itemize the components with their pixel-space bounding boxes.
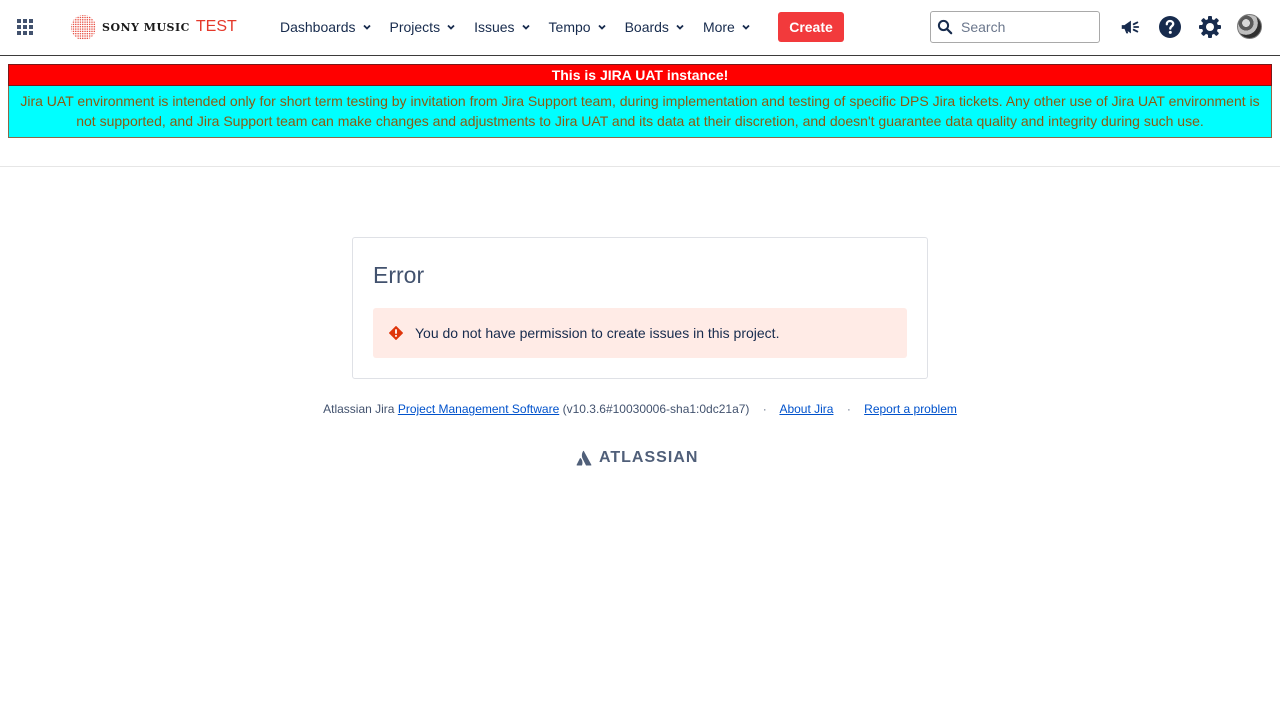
about-jira-link[interactable]: About Jira bbox=[779, 402, 833, 416]
nav-label: Dashboards bbox=[280, 19, 356, 35]
chevron-down-icon bbox=[447, 24, 455, 30]
environment-label: TEST bbox=[195, 18, 237, 35]
nav-label: More bbox=[702, 19, 735, 35]
atlassian-mark-icon bbox=[576, 450, 592, 466]
nav-label: Projects bbox=[389, 19, 441, 35]
user-avatar[interactable] bbox=[1237, 14, 1262, 39]
footer-version: (v10.3.6#10030006-sha1:0dc21a7) bbox=[562, 402, 750, 416]
nav-issues[interactable]: Issues bbox=[474, 14, 530, 40]
search-icon bbox=[937, 19, 953, 35]
search-input[interactable] bbox=[961, 19, 1091, 35]
megaphone-icon[interactable] bbox=[1117, 14, 1143, 40]
project-management-software-link[interactable]: Project Management Software bbox=[398, 402, 559, 416]
chevron-down-icon bbox=[676, 24, 684, 30]
brand-name: SONY MUSIC bbox=[102, 20, 190, 34]
banner-body: Jira UAT environment is intended only fo… bbox=[8, 86, 1272, 138]
sony-music-logo[interactable]: SONY MUSIC TEST bbox=[70, 13, 237, 41]
app-switcher-icon[interactable] bbox=[12, 14, 38, 40]
divider bbox=[0, 166, 1280, 167]
chevron-down-icon bbox=[521, 24, 530, 30]
search-box[interactable] bbox=[930, 11, 1100, 43]
nav-label: Tempo bbox=[548, 19, 591, 35]
main-nav: Dashboards Projects Issues Tempo Boards … bbox=[280, 14, 769, 40]
error-icon bbox=[389, 326, 403, 340]
sony-music-emblem-icon bbox=[70, 14, 97, 40]
chevron-down-icon bbox=[597, 24, 606, 30]
footer: Atlassian Jira Project Management Softwa… bbox=[0, 402, 1280, 416]
report-problem-link[interactable]: Report a problem bbox=[864, 402, 957, 416]
atlassian-logo[interactable]: ATLASSIAN bbox=[576, 448, 698, 468]
footer-prefix: Atlassian Jira bbox=[323, 402, 395, 416]
atlassian-wordmark: ATLASSIAN bbox=[599, 449, 699, 466]
nav-more[interactable]: More bbox=[703, 14, 751, 40]
error-title: Error bbox=[373, 262, 425, 288]
footer-separator: · bbox=[762, 402, 767, 416]
uat-announcement-banner: This is JIRA UAT instance! Jira UAT envi… bbox=[8, 64, 1272, 138]
gear-icon[interactable] bbox=[1197, 14, 1223, 40]
nav-label: Boards bbox=[624, 19, 669, 35]
nav-label: Issues bbox=[474, 19, 515, 35]
nav-projects[interactable]: Projects bbox=[390, 14, 457, 40]
help-icon[interactable] bbox=[1157, 14, 1183, 40]
nav-dashboards[interactable]: Dashboards bbox=[280, 14, 372, 40]
error-message-box: You do not have permission to create iss… bbox=[373, 308, 907, 358]
chevron-down-icon bbox=[742, 24, 750, 30]
footer-separator: · bbox=[846, 402, 851, 416]
error-message: You do not have permission to create iss… bbox=[415, 325, 780, 341]
nav-tempo[interactable]: Tempo bbox=[549, 14, 607, 40]
nav-boards[interactable]: Boards bbox=[625, 14, 685, 40]
chevron-down-icon bbox=[362, 24, 371, 30]
error-card: Error You do not have permission to crea… bbox=[352, 237, 928, 379]
banner-title: This is JIRA UAT instance! bbox=[8, 64, 1272, 86]
create-button[interactable]: Create bbox=[778, 12, 844, 42]
top-navigation-bar: SONY MUSIC TEST Dashboards Projects Issu… bbox=[0, 0, 1280, 56]
